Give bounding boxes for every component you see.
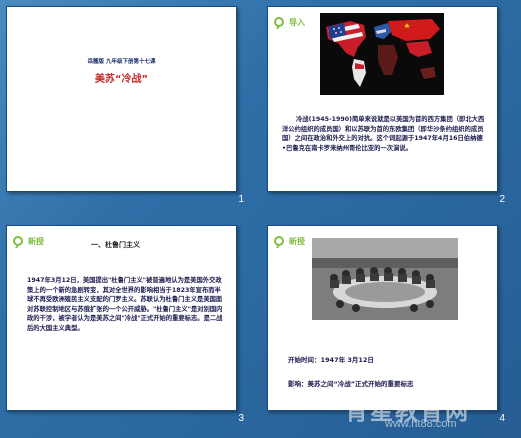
section-badge: 新授 [13,234,44,248]
slide-subtitle: 岳麓版 九年级下册第十七课 [87,59,156,65]
section-badge: 导入 [274,15,305,29]
historical-meeting-photo [312,238,458,320]
badge-label: 新授 [289,236,305,246]
section-badge: 新授 [274,234,305,248]
slide-canvas: 导入 冷战(1945-1990)简单来说就是以美国为首的西方集团（即北大西洋公约… [267,6,498,192]
speech-bubble-icon [274,17,284,27]
conference-photo-graphic [312,238,458,320]
slide-canvas: 岳麓版 九年级下册第十七课 美苏“冷战” [6,6,237,192]
speech-bubble-icon [13,236,23,246]
slide-number: 4 [499,413,505,424]
badge-label: 导入 [289,17,305,27]
slide-canvas: 新授 一、杜鲁门主义 1947年3月12日，美国提出"杜鲁门主义"被普遍地认为是… [6,225,237,411]
start-time-text: 开始时间：1947年 3月12日 [288,356,374,364]
slide-thumbnail-3[interactable]: 新授 一、杜鲁门主义 1947年3月12日，美国提出"杜鲁门主义"被普遍地认为是… [0,219,260,438]
slide-number: 1 [238,194,244,205]
intro-paragraph: 冷战(1945-1990)简单来说就是以美国为首的西方集团（即北大西洋公约组织的… [282,116,485,152]
slide-canvas: 新授 开始时间：1947年 3月12日 影响：美苏之间“冷战”正式开始的重要标志 [267,225,498,411]
badge-label: 新授 [28,236,44,246]
slide-thumbnail-2[interactable]: 导入 冷战(1945-1990)简单来说就是以美国为首的西方集团（即北大西洋公约… [261,0,521,219]
world-map-flags-graphic [320,13,444,95]
slide-title: 美苏“冷战” [94,74,149,85]
impact-text: 影响：美苏之间“冷战”正式开始的重要标志 [288,380,414,388]
section-heading: 一、杜鲁门主义 [91,241,140,249]
cold-war-map-image [320,13,444,95]
watermark-url: www.ht88.com [385,418,457,430]
slide-number: 2 [499,194,505,205]
truman-doctrine-paragraph: 1947年3月12日，美国提出"杜鲁门主义"被普遍地认为是美国外交政策上的一个新… [27,277,223,332]
slide-number: 3 [238,413,244,424]
slide-thumbnail-1[interactable]: 岳麓版 九年级下册第十七课 美苏“冷战” 1 [0,0,260,219]
speech-bubble-icon [274,236,284,246]
